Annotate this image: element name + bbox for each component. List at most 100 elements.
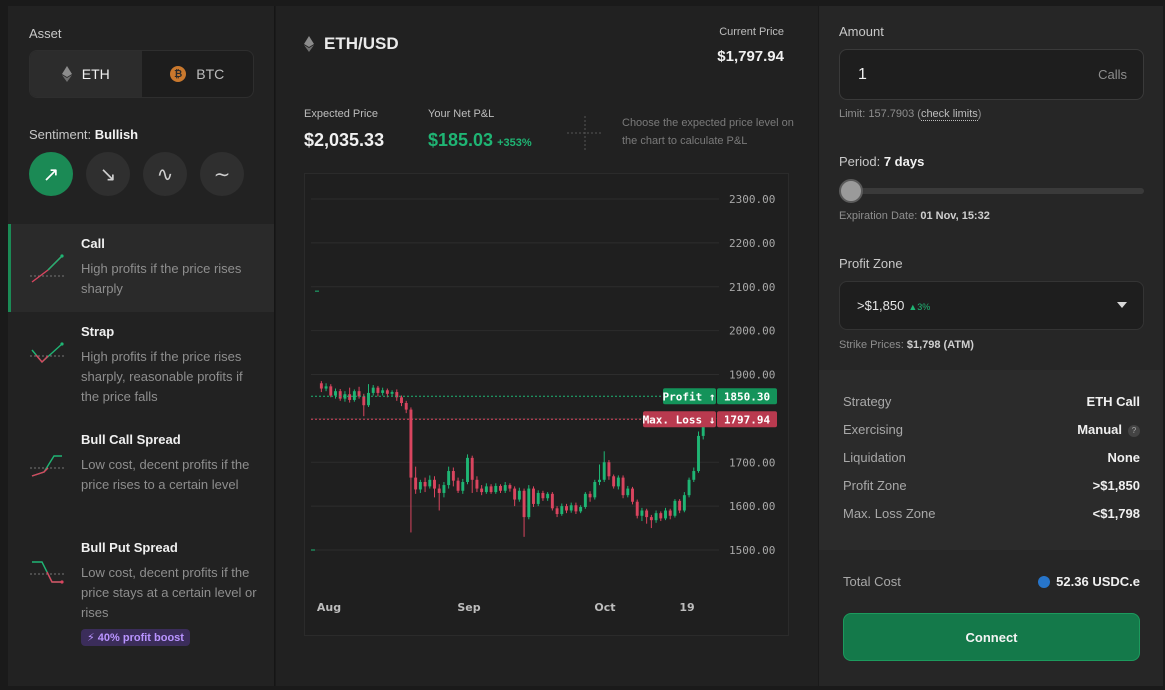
y-tick-label: 2100.00	[729, 281, 775, 294]
bullish-button[interactable]: ↗	[29, 152, 73, 196]
crosshair-icon	[567, 116, 603, 150]
candle-body	[574, 505, 578, 512]
amount-input[interactable]: 1 Calls	[839, 49, 1144, 100]
summary-row-max-loss-zone: Max. Loss Zone <$1,798	[843, 506, 1140, 521]
expected-price-value: $2,035.33	[304, 130, 385, 150]
candle-body	[400, 397, 403, 404]
candle-body	[654, 513, 658, 521]
amount-value[interactable]: 1	[858, 66, 867, 84]
candle-body	[527, 488, 531, 518]
strategy-title: Call	[81, 236, 105, 251]
expiration-date: Expiration Date: 01 Nov, 15:32	[839, 210, 990, 222]
profit-zone-select[interactable]: >$1,850 ▲3%	[839, 281, 1144, 330]
chart-svg[interactable]: 2300.002200.002100.002000.001900.001800.…	[305, 174, 790, 637]
expected-price-label: Expected Price	[304, 108, 378, 120]
order-summary: Strategy ETH Call Exercising Manual? Liq…	[819, 370, 1163, 550]
candle-body	[555, 508, 559, 515]
asset-toggle: ETH ₿ BTC	[29, 50, 254, 98]
strategy-title: Bull Put Spread	[81, 540, 178, 555]
candle-body	[442, 485, 446, 493]
candle-body	[659, 513, 663, 519]
candle-body	[409, 409, 413, 478]
summary-value: None	[1107, 450, 1141, 465]
bearish-button[interactable]: ↘	[86, 152, 130, 196]
candle-body	[664, 510, 667, 519]
candle-body	[682, 495, 686, 511]
net-pnl-label: Your Net P&L	[428, 108, 495, 120]
asset-btc-label: BTC	[196, 66, 225, 82]
profit-label: Profit ↑	[663, 390, 716, 403]
connect-button[interactable]: Connect	[843, 613, 1140, 661]
btc-icon: ₿	[170, 66, 187, 82]
candle-body	[517, 490, 521, 500]
period-label: Period: 7 days	[839, 154, 924, 169]
candle-body	[329, 386, 333, 396]
bull-call-spread-icon	[30, 455, 64, 477]
period-slider-handle[interactable]	[839, 179, 863, 203]
candle-body	[508, 485, 512, 489]
candle-body	[616, 477, 620, 487]
candle-body	[678, 500, 682, 511]
candle-body	[546, 493, 550, 499]
strategy-panel: Asset ETH ₿ BTC Sentiment: Bullish ↗ ↘ ∿…	[8, 6, 275, 686]
loss-value: 1797.94	[724, 413, 771, 426]
candle-body	[588, 493, 592, 498]
candle-body	[687, 479, 691, 496]
candle-body	[593, 481, 597, 498]
candle-body	[324, 386, 328, 389]
check-limits-link[interactable]: check limits	[920, 108, 978, 121]
candle-body	[645, 510, 649, 518]
candle-body	[418, 481, 422, 490]
candle-body	[456, 480, 460, 491]
current-price-value: $1,797.94	[717, 48, 784, 65]
candle-body	[536, 492, 540, 504]
chevron-down-icon[interactable]	[1117, 302, 1127, 308]
sentiment-label-text: Sentiment:	[29, 127, 92, 142]
limit-text: Limit: 157.7903 (check limits)	[839, 108, 982, 121]
y-tick-label: 1600.00	[729, 500, 775, 513]
strike-prices: Strike Prices: $1,798 (ATM)	[839, 339, 974, 351]
candle-body	[565, 506, 568, 511]
candle-body	[569, 505, 573, 511]
candle-body	[583, 493, 587, 508]
profit-boost-badge: ⚡ 40% profit boost	[81, 629, 190, 646]
period-slider[interactable]	[839, 179, 1144, 203]
period-label-text: Period:	[839, 154, 881, 169]
candle-body	[352, 391, 356, 400]
candle-body	[631, 488, 634, 502]
neutral-button[interactable]: ∼	[200, 152, 244, 196]
summary-key: Strategy	[843, 394, 892, 409]
strategy-bull-call-spread[interactable]: Bull Call Spread Low cost, decent profit…	[8, 420, 274, 528]
amount-unit: Calls	[1098, 67, 1127, 82]
profit-zone-price: >$1,850	[857, 298, 905, 313]
candle-body	[697, 435, 700, 472]
bearish-icon: ↘	[99, 163, 117, 186]
asset-eth-button[interactable]: ETH	[30, 51, 142, 97]
asset-btc-button[interactable]: ₿ BTC	[142, 51, 254, 97]
strategy-strap[interactable]: Strap High profits if the price rises sh…	[8, 312, 274, 420]
neutral-icon: ∼	[213, 163, 231, 186]
limit-prefix: Limit: 157.7903 (	[839, 108, 921, 120]
strategy-bull-put-spread[interactable]: Bull Put Spread Low cost, decent profits…	[8, 528, 274, 646]
candle-body	[423, 481, 427, 487]
summary-key: Liquidation	[843, 450, 906, 465]
net-pnl-value: $185.03 +353%	[428, 130, 532, 151]
x-tick-label: Sep	[457, 601, 480, 614]
candle-body	[357, 391, 361, 397]
volatile-button[interactable]: ∿	[143, 152, 187, 196]
strategy-title: Strap	[81, 324, 115, 339]
limit-suffix: )	[977, 108, 982, 120]
candle-body	[381, 390, 385, 393]
candle-body	[612, 476, 616, 487]
strategy-call[interactable]: Call High profits if the price rises sha…	[8, 224, 274, 312]
asset-eth-label: ETH	[81, 66, 110, 82]
candle-body	[362, 396, 366, 406]
candle-body	[348, 394, 352, 400]
candle-body	[621, 477, 625, 496]
strap-payoff-icon	[30, 342, 64, 364]
price-chart[interactable]: 2300.002200.002100.002000.001900.001800.…	[304, 173, 789, 636]
summary-key: Max. Loss Zone	[843, 506, 936, 521]
help-icon[interactable]: ?	[1128, 424, 1140, 437]
summary-value-text: Manual	[1077, 422, 1122, 437]
expiration-value: 01 Nov, 15:32	[920, 210, 990, 222]
